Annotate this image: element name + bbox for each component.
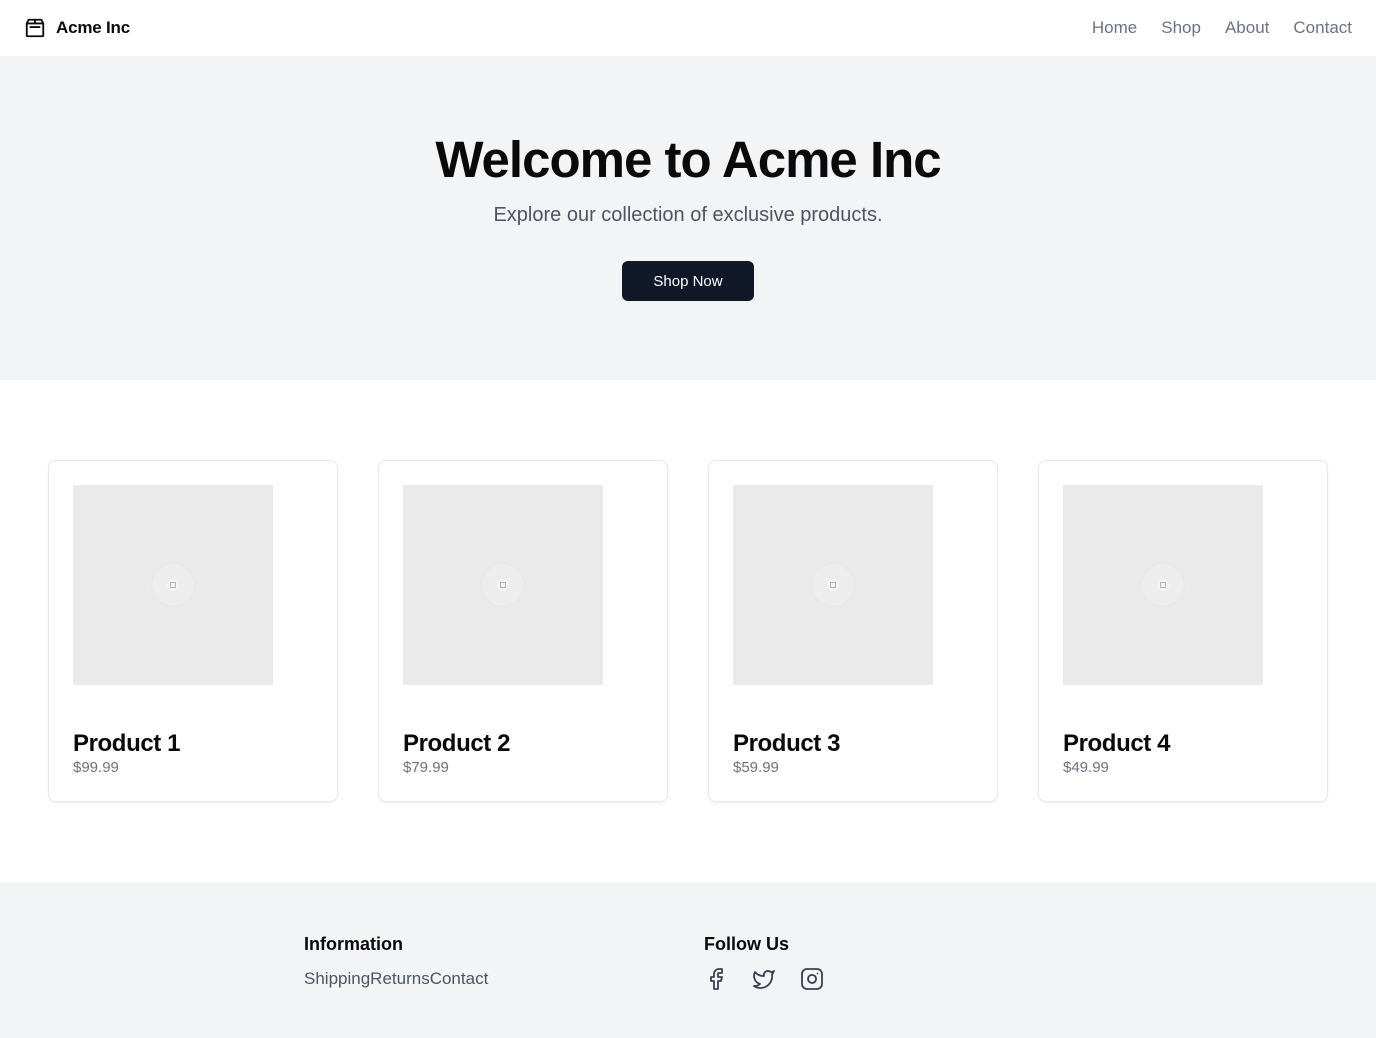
facebook-icon[interactable] [704, 967, 728, 991]
product-name: Product 4 [1063, 730, 1171, 757]
shop-now-button[interactable]: Shop Now [622, 261, 754, 302]
hero-section: Welcome to Acme Inc Explore our collecti… [0, 56, 1376, 380]
product-image-placeholder [403, 485, 603, 685]
hero-title: Welcome to Acme Inc [435, 131, 941, 188]
main-nav: Home Shop About Contact [1092, 18, 1352, 38]
package-icon [24, 17, 46, 39]
footer-link-returns[interactable]: Returns [370, 969, 430, 989]
site-header: Acme Inc Home Shop About Contact [0, 0, 1376, 56]
product-name: Product 2 [403, 730, 511, 757]
instagram-icon[interactable] [800, 967, 824, 991]
product-price: $99.99 [73, 759, 119, 777]
product-price: $79.99 [403, 759, 449, 777]
product-image-placeholder [733, 485, 933, 685]
product-grid: Product 1 $99.99 Product 2 $79.99 Produc… [0, 380, 1376, 882]
hero-subtitle: Explore our collection of exclusive prod… [493, 204, 883, 227]
product-image-placeholder [73, 485, 273, 685]
image-icon [170, 582, 176, 588]
nav-home[interactable]: Home [1092, 18, 1137, 38]
product-card[interactable]: Product 3 $59.99 [708, 460, 998, 802]
footer-links: Shipping Returns Contact [304, 969, 704, 989]
footer-follow-title: Follow Us [704, 934, 789, 954]
image-icon [1160, 582, 1166, 588]
footer-link-contact[interactable]: Contact [430, 969, 489, 989]
nav-contact[interactable]: Contact [1293, 18, 1352, 38]
footer-information-title: Information [304, 934, 403, 954]
twitter-icon[interactable] [752, 967, 776, 991]
image-icon [500, 582, 506, 588]
product-card[interactable]: Product 4 $49.99 [1038, 460, 1328, 802]
product-name: Product 1 [73, 730, 181, 757]
product-name: Product 3 [733, 730, 841, 757]
product-card[interactable]: Product 2 $79.99 [378, 460, 668, 802]
social-links [704, 967, 1104, 991]
product-price: $49.99 [1063, 759, 1109, 777]
product-card[interactable]: Product 1 $99.99 [48, 460, 338, 802]
site-footer: Information Shipping Returns Contact Fol… [0, 882, 1376, 1038]
footer-information: Information Shipping Returns Contact [304, 934, 704, 1038]
image-icon [830, 582, 836, 588]
footer-follow: Follow Us [704, 934, 1104, 1038]
brand-name: Acme Inc [56, 18, 130, 37]
product-price: $59.99 [733, 759, 779, 777]
brand-link[interactable]: Acme Inc [24, 17, 130, 39]
footer-link-shipping[interactable]: Shipping [304, 969, 370, 989]
nav-about[interactable]: About [1225, 18, 1269, 38]
product-image-placeholder [1063, 485, 1263, 685]
nav-shop[interactable]: Shop [1161, 18, 1201, 38]
